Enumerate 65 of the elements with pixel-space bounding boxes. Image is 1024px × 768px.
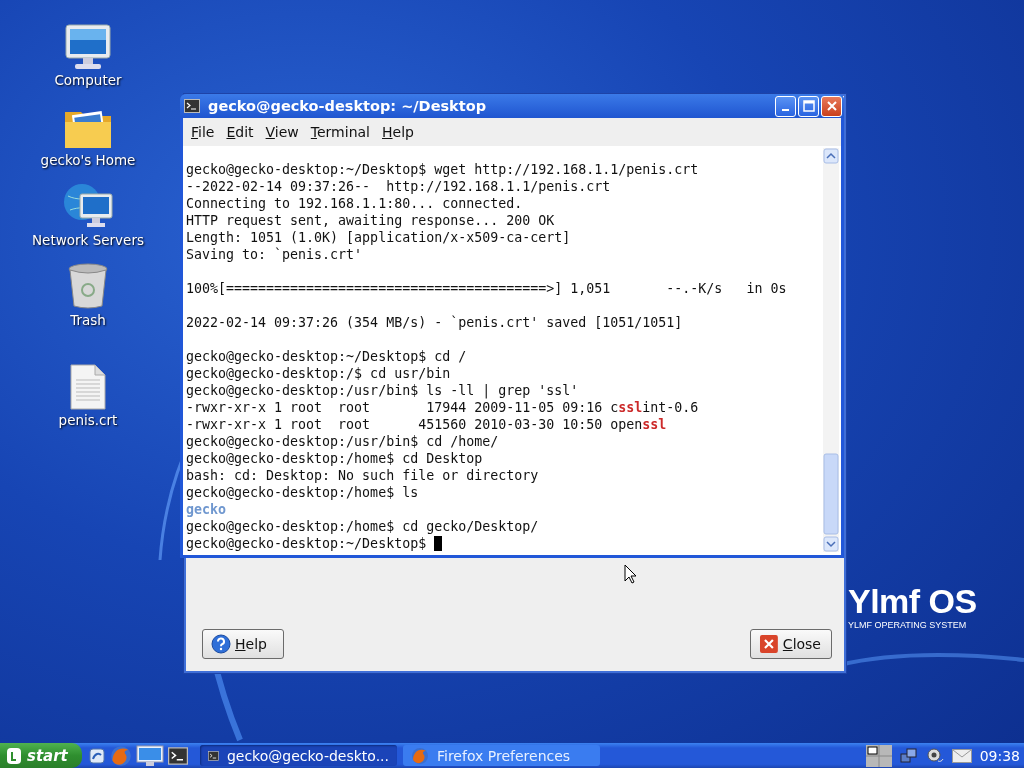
terminal-line: 100%[========================================>] 1,051 --.-K/s in 0s — [186, 281, 787, 296]
window-title: gecko@gecko-desktop: ~/Desktop — [208, 98, 488, 114]
help-button[interactable]: Help — [202, 629, 284, 659]
mouse-pointer-icon — [624, 564, 637, 584]
terminal-line: HTTP request sent, awaiting response... 200 OK — [186, 213, 555, 228]
terminal-line: Saving to: `penis.crt' — [186, 247, 363, 262]
terminal-line: bash: cd: Desktop: No such file or directory — [186, 468, 539, 483]
globe-monitor-icon — [62, 182, 114, 230]
menu-item[interactable]: File — [185, 122, 221, 142]
terminal-line: gecko@gecko-desktop:~/Desktop$ wget http://192.168.1.1/penis.crt — [186, 162, 699, 177]
clock: 09:38 — [979, 747, 1020, 764]
desktop-icon-label[interactable]: Network Servers — [32, 232, 144, 248]
network-icon[interactable] — [899, 746, 918, 765]
monitor-icon — [64, 24, 112, 70]
start-logo-icon — [6, 746, 22, 765]
close-icon — [825, 100, 838, 112]
close-button[interactable] — [821, 95, 842, 117]
scrollbar[interactable] — [823, 148, 839, 552]
help-icon — [211, 634, 231, 654]
close-icon — [759, 634, 779, 654]
quick-launch-icon[interactable] — [168, 745, 188, 766]
terminal-line: gecko@gecko-desktop:/home$ cd gecko/Desktop/ — [186, 519, 539, 534]
mail-icon[interactable] — [951, 748, 972, 763]
logo-tagline: YLMF OPERATING SYSTEM — [848, 620, 968, 631]
taskbar-button[interactable]: Firefox Preferences — [403, 745, 600, 766]
workspace-switcher[interactable] — [865, 744, 892, 767]
globe-fox-icon — [411, 746, 429, 765]
terminal-line: gecko@gecko-desktop:~/Desktop$ cd / — [186, 349, 467, 364]
minimize-button[interactable] — [775, 95, 796, 117]
close-button[interactable]: Close — [750, 629, 832, 659]
minimize-icon — [782, 109, 789, 111]
document-icon — [70, 364, 106, 410]
terminal-line: gecko@gecko-desktop:/home$ cd Desktop — [186, 451, 483, 466]
terminal-line: Length: 1051 (1.0K) [application/x-x509-ca-cert] — [186, 230, 571, 245]
menu-item[interactable]: View — [259, 122, 305, 142]
terminal-line: gecko@gecko-desktop:/$ cd usr/bin — [186, 366, 451, 381]
trash-icon — [67, 262, 109, 310]
terminal-line: -rwxr-xr-x 1 root root 17944 2009-11-05 09:16 csslint-0.6 — [186, 400, 699, 415]
terminal-icon — [168, 745, 188, 766]
maximize-icon — [802, 100, 815, 112]
menu-item[interactable]: Terminal — [304, 122, 376, 142]
terminal-line: gecko@gecko-desktop:/usr/bin$ cd /home/ — [186, 434, 499, 449]
menu-item[interactable]: Edit — [220, 122, 260, 142]
terminal-line: --2022-02-14 09:37:26-- http://192.168.1.1/penis.crt — [186, 179, 611, 194]
terminal-line: gecko@gecko-desktop:~/Desktop$ — [186, 536, 428, 551]
terminal-line: gecko@gecko-desktop:/home$ ls — [186, 485, 419, 500]
terminal-icon — [184, 98, 200, 114]
desktop-icon-label[interactable]: Trash — [70, 312, 106, 328]
menu-item[interactable]: Help — [376, 122, 420, 142]
terminal-line: Connecting to 192.168.1.1:80... connected. — [186, 196, 523, 211]
show-desktop-icon[interactable] — [136, 744, 164, 767]
desktop-icon-label[interactable]: penis.crt — [58, 412, 118, 428]
taskbar-button[interactable]: gecko@gecko-deskto... — [200, 745, 397, 766]
globe-fox-icon — [110, 744, 132, 767]
desktop-icon-label[interactable]: Computer — [54, 72, 122, 88]
terminal-line: -rwxr-xr-x 1 root root 451560 2010-03-30 10:50 openssl — [186, 417, 667, 432]
text-cursor — [434, 536, 443, 551]
terminal-line: 2022-02-14 09:37:26 (354 MB/s) - `penis.crt' saved [1051/1051] — [186, 315, 683, 330]
start-button[interactable]: start — [0, 743, 82, 768]
desktop-icon-label[interactable]: gecko's Home — [40, 152, 136, 168]
logo-wordmark: Ylmf OS — [848, 582, 977, 620]
maximize-button[interactable] — [798, 95, 819, 117]
terminal-line: gecko@gecko-desktop:/usr/bin$ ls -ll | grep 'ssl' — [186, 383, 579, 398]
quick-launch-icon[interactable] — [88, 746, 106, 765]
terminal-line: gecko — [186, 502, 227, 517]
